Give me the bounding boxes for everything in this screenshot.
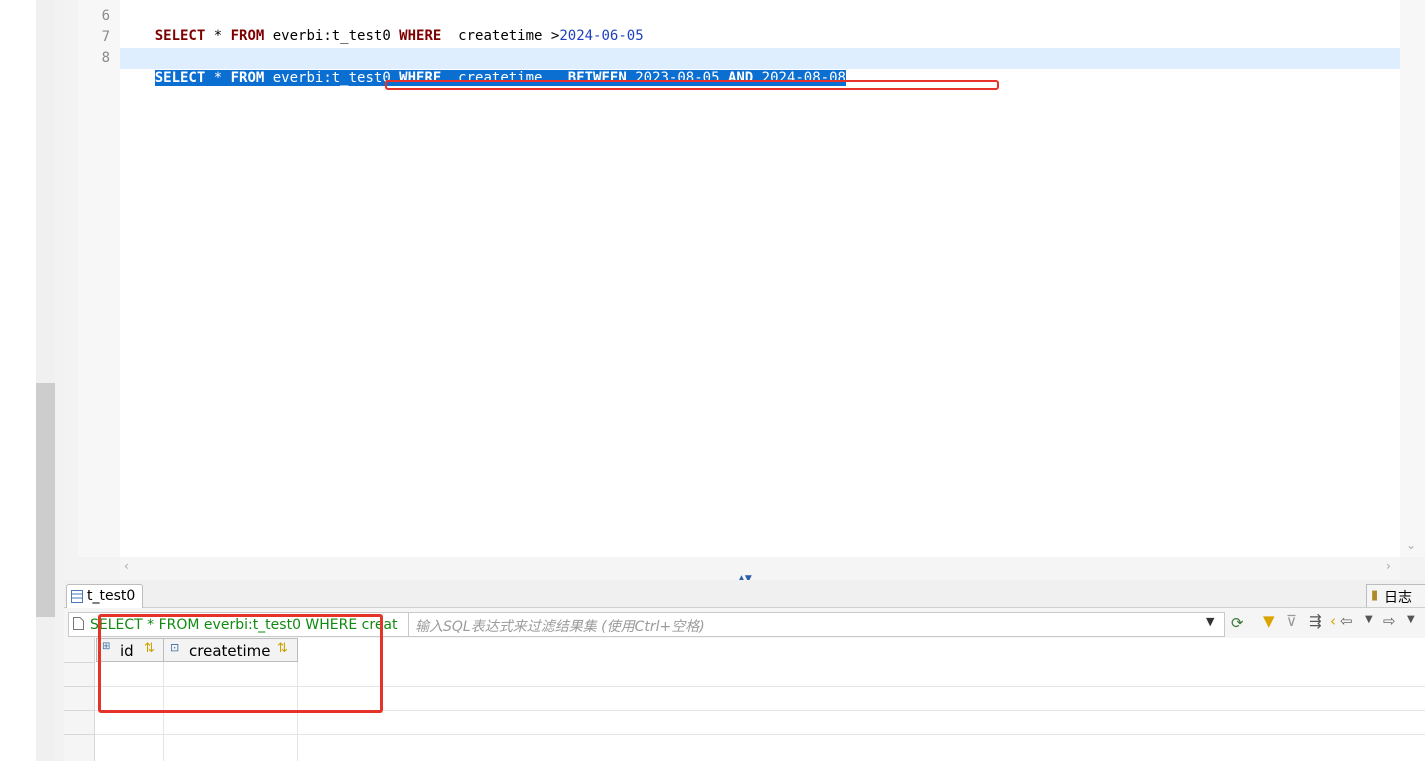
filter-history-dropdown-icon[interactable]: ▼ <box>1206 615 1214 628</box>
editor-vertical-scrollbar[interactable]: ⌄ <box>1400 0 1425 557</box>
annotation-underline <box>385 80 999 90</box>
keyword-from: FROM <box>230 70 265 86</box>
tab-t-test0[interactable]: t_test0 <box>66 584 143 609</box>
clear-filter-icon[interactable]: ⊽ <box>1286 612 1297 630</box>
forward-arrow-icon[interactable]: ⇨ <box>1383 612 1396 630</box>
keyword-select: SELECT <box>154 70 206 86</box>
pane-border <box>55 0 64 761</box>
code-value: 2024-06-05 <box>559 28 644 44</box>
filter-placeholder: 输入SQL表达式来过滤结果集 (使用Ctrl+空格) <box>415 619 705 635</box>
scroll-left-icon[interactable]: ‹ <box>124 559 129 573</box>
code-table: everbi:t_test0 <box>264 28 400 44</box>
scroll-down-icon[interactable]: ⌄ <box>1406 538 1416 552</box>
history-back-icon[interactable]: ‹ <box>1330 612 1336 630</box>
tab-log[interactable]: ▮ 日志 <box>1366 584 1425 607</box>
keyword-from: FROM <box>230 28 265 44</box>
log-tab-label: 日志 <box>1384 590 1412 606</box>
back-dropdown-icon[interactable]: ▼ <box>1365 614 1373 625</box>
keyword-select: SELECT <box>154 28 206 44</box>
editor-horizontal-scrollbar[interactable]: ‹ › <box>120 557 1400 579</box>
code-condition: createtime > <box>441 28 560 44</box>
code-star: * <box>205 28 231 44</box>
annotation-box <box>98 614 383 713</box>
results-tab-bar <box>64 580 1425 608</box>
apply-filter-icon[interactable]: ▼ <box>1263 612 1275 630</box>
sql-document-icon <box>73 617 84 630</box>
line-number-6: 6 <box>101 8 110 24</box>
filter-expression-input[interactable]: 输入SQL表达式来过滤结果集 (使用Ctrl+空格) ▼ <box>408 612 1225 637</box>
table-icon <box>71 590 83 603</box>
row-header-column <box>64 638 95 761</box>
back-arrow-icon[interactable]: ⇦ <box>1340 612 1353 630</box>
code-table: everbi:t_test0 <box>264 70 400 86</box>
tab-label: t_test0 <box>87 588 136 604</box>
refresh-icon[interactable]: ⟳ <box>1231 614 1244 632</box>
line-number-7: 7 <box>101 29 110 45</box>
code-star: * <box>205 70 231 86</box>
outer-vertical-scrollbar[interactable] <box>36 0 56 761</box>
outer-scrollbar-thumb[interactable] <box>36 383 55 617</box>
left-gutter <box>0 0 36 761</box>
log-icon: ▮ <box>1371 588 1379 603</box>
line-number-gutter: 6 7 8 <box>78 0 121 557</box>
forward-dropdown-icon[interactable]: ▼ <box>1407 614 1415 625</box>
filter-settings-icon[interactable]: ⇶ <box>1309 612 1322 630</box>
line-number-8: 8 <box>101 50 110 66</box>
scroll-right-icon[interactable]: › <box>1386 559 1391 573</box>
keyword-where: WHERE <box>399 28 442 44</box>
